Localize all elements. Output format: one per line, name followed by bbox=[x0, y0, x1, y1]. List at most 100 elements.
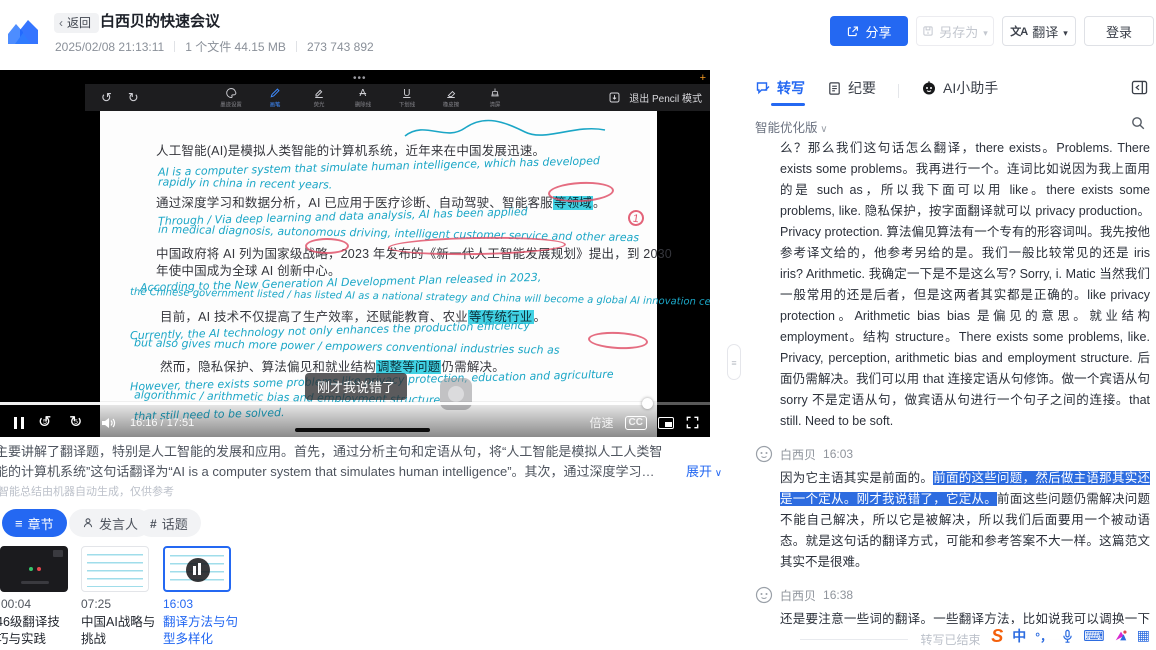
ime-toolbox-icon[interactable] bbox=[1137, 627, 1150, 645]
red-circle-annotation bbox=[305, 238, 349, 254]
meta-divider bbox=[296, 41, 297, 52]
avatar-icon bbox=[755, 445, 773, 463]
red-number-badge: 1 bbox=[627, 209, 645, 227]
tool-label: 删除线 bbox=[355, 100, 371, 108]
fullscreen-icon[interactable] bbox=[685, 415, 700, 430]
pencil-toolbar: 墨迹设置 画笔 荧光 删除线 下划线 bbox=[85, 84, 710, 111]
page-title: 白西贝的快速会议 bbox=[100, 10, 220, 31]
meta-file-info: 1 个文件 44.15 MB bbox=[185, 38, 286, 55]
keyboard-icon[interactable] bbox=[1083, 627, 1105, 646]
thumb-scribbles bbox=[87, 551, 143, 587]
tool-label: 下划线 bbox=[399, 100, 415, 108]
tool-pen[interactable]: 画笔 bbox=[253, 87, 297, 109]
collapse-panel-icon[interactable] bbox=[1131, 80, 1148, 95]
tab-topics[interactable]: 话题 bbox=[137, 509, 201, 537]
marker-icon bbox=[313, 87, 325, 100]
cc-subtitles-button[interactable]: CC bbox=[625, 416, 647, 430]
tab-minutes[interactable]: 纪要 bbox=[827, 78, 876, 104]
ime-language-toggle[interactable]: 中 bbox=[1012, 626, 1026, 646]
tool-label: 画笔 bbox=[269, 100, 280, 108]
tool-clear-screen[interactable]: 清屏 bbox=[473, 87, 517, 109]
back-button[interactable]: 返回 bbox=[54, 13, 99, 33]
tool-label: 清屏 bbox=[489, 100, 500, 108]
canvas-text: 然而，隐私保护、算法偏见和就业结构 bbox=[160, 360, 376, 374]
transcript-panel: 转写 纪要 AI小助手 智能优化版 么？那么我们这句话怎么翻译，there ex… bbox=[745, 62, 1156, 650]
progress-played bbox=[0, 402, 647, 405]
undo-icon[interactable] bbox=[101, 90, 112, 106]
chapter-label-1[interactable]: 46级翻译技巧与实践 bbox=[0, 614, 72, 648]
back-label: 返回 bbox=[67, 16, 91, 30]
handwriting-line: but also gives much more power / empower… bbox=[134, 336, 560, 356]
volume-icon[interactable] bbox=[100, 416, 116, 430]
summary-disclaimer: 智能总结由机器自动生成，仅供参考 bbox=[0, 483, 174, 499]
playing-indicator-icon bbox=[186, 558, 210, 582]
transcript-content[interactable]: 么？那么我们这句话怎么翻译，there exists。Problems. The… bbox=[755, 138, 1153, 628]
login-button[interactable]: 登录 bbox=[1084, 16, 1154, 46]
speaker-header: 白西贝 16:38 bbox=[755, 586, 1153, 604]
strikethrough-icon bbox=[359, 87, 366, 100]
chapter-label-3[interactable]: 翻译方法与句型多样化 bbox=[163, 614, 239, 648]
ime-punctuation-toggle[interactable]: °， bbox=[1035, 628, 1052, 645]
meta-timestamp: 2025/02/08 21:13:11 bbox=[55, 40, 164, 54]
ai-summary-text: 主要讲解了翻译题，特别是人工智能的发展和应用。首先，通过分析主句和定语从句，将“… bbox=[0, 442, 707, 481]
ime-skin-icon[interactable] bbox=[1114, 629, 1128, 643]
forward-5s-button[interactable]: 5 bbox=[69, 414, 86, 431]
panel-tabs: 转写 纪要 AI小助手 bbox=[755, 78, 998, 104]
tool-highlighter[interactable]: 荧光 bbox=[297, 87, 341, 109]
chapter-thumbnail-1[interactable] bbox=[0, 546, 68, 592]
chapter-label-2[interactable]: 中国AI战略与挑战 bbox=[81, 614, 157, 648]
transcript-end-label: 转写已结束 bbox=[920, 631, 980, 648]
top-bar: 返回 白西贝的快速会议 2025/02/08 21:13:11 1 个文件 44… bbox=[0, 0, 1156, 62]
pip-icon[interactable] bbox=[658, 417, 674, 429]
microphone-icon[interactable] bbox=[1061, 629, 1074, 644]
speaker-header: 白西贝 16:03 bbox=[755, 445, 1153, 463]
redo-icon[interactable] bbox=[128, 90, 139, 106]
person-icon bbox=[82, 517, 94, 529]
search-icon[interactable] bbox=[1130, 115, 1146, 131]
eraser-icon bbox=[445, 87, 457, 100]
time-display: 16:16 / 17:51 bbox=[130, 417, 194, 429]
translate-button[interactable]: 文A 翻译 bbox=[1002, 16, 1076, 46]
login-label: 登录 bbox=[1106, 22, 1132, 41]
translate-label: 翻译 bbox=[1032, 22, 1058, 41]
tool-ink-settings[interactable]: 墨迹设置 bbox=[209, 87, 253, 109]
chapters-label: 章节 bbox=[28, 514, 54, 533]
pause-button[interactable] bbox=[14, 417, 24, 429]
tool-strikethrough[interactable]: 删除线 bbox=[341, 87, 385, 109]
export-icon[interactable] bbox=[608, 91, 621, 104]
tool-group: 墨迹设置 画笔 荧光 删除线 下划线 bbox=[209, 87, 517, 109]
thumb-dot bbox=[37, 567, 41, 571]
expand-summary-button[interactable]: 展开 bbox=[686, 461, 722, 480]
sogou-logo-icon[interactable]: S bbox=[991, 626, 1003, 647]
tab-ai-assistant[interactable]: AI小助手 bbox=[921, 78, 998, 104]
transcript-text[interactable]: 么？那么我们这句话怎么翻译，there exists。Problems. The… bbox=[780, 138, 1150, 432]
document-icon bbox=[827, 81, 842, 96]
speaker-timestamp[interactable]: 16:38 bbox=[823, 588, 853, 602]
chapter-time-3[interactable]: 16:03 bbox=[163, 597, 193, 611]
chapter-thumbnail-3[interactable] bbox=[163, 546, 231, 592]
playback-speed-button[interactable]: 倍速 bbox=[590, 414, 614, 431]
rewind-5-label: 5 bbox=[43, 419, 47, 426]
speaker-timestamp[interactable]: 16:03 bbox=[823, 447, 853, 461]
share-button[interactable]: 分享 bbox=[830, 16, 908, 46]
transcript-segment: 因为它主语其实是前面的。 bbox=[780, 471, 933, 485]
rewind-5s-button[interactable]: 5 bbox=[38, 414, 55, 431]
exit-pencil-mode-button[interactable]: 退出 Pencil 模式 bbox=[629, 90, 702, 105]
share-label: 分享 bbox=[865, 22, 891, 41]
speaker-name[interactable]: 白西贝 bbox=[780, 446, 816, 463]
transcript-mode-select[interactable]: 智能优化版 bbox=[755, 117, 828, 136]
panel-resize-handle[interactable] bbox=[727, 344, 741, 380]
tab-transcribe[interactable]: 转写 bbox=[755, 78, 805, 104]
speaker-name[interactable]: 白西贝 bbox=[780, 587, 816, 604]
tool-eraser[interactable]: 橡皮擦 bbox=[429, 87, 473, 109]
tab-chapters[interactable]: 章节 bbox=[2, 509, 67, 537]
canvas-text: 。 bbox=[534, 310, 547, 324]
chapter-time-2[interactable]: 07:25 bbox=[81, 597, 111, 611]
video-player[interactable]: 人工智能(AI)是模拟人类智能的计算机系统，近年来在中国发展迅速。 AI is … bbox=[0, 70, 710, 437]
chapter-time-1[interactable]: 00:04 bbox=[1, 597, 31, 611]
tool-underline[interactable]: 下划线 bbox=[385, 87, 429, 109]
video-progress-bar[interactable] bbox=[0, 402, 710, 405]
chapter-thumbnail-2[interactable] bbox=[81, 546, 149, 592]
save-as-button[interactable]: 另存为 bbox=[916, 16, 994, 46]
transcript-text[interactable]: 因为它主语其实是前面的。前面的这些问题，然后做主语那其实还是一个定从。刚才我说错… bbox=[780, 468, 1150, 573]
